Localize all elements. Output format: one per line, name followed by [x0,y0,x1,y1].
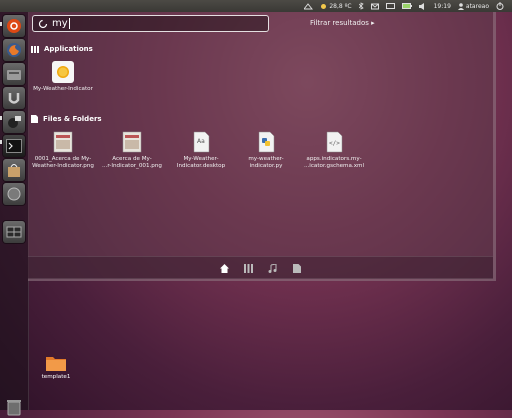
running-pip [0,140,2,144]
lens-files-button[interactable] [291,262,303,274]
result-label: 0001_Acerca de My- Weather-Indicator.png [32,156,94,169]
battery-icon [401,3,412,9]
result-item[interactable]: </> apps.indicators.my- ...icator.gschem… [298,130,370,170]
indicator-app-icon [8,116,21,128]
battery-indicator[interactable] [401,3,412,9]
firefox-icon [7,43,21,57]
result-label: apps.indicators.my- ...icator.gschema.xm… [303,156,365,169]
svg-text:Aa: Aa [197,138,205,145]
result-label: My-Weather- Indicator.desktop [176,156,226,169]
software-center-icon [8,164,20,177]
running-pip [0,22,2,26]
top-panel: 28,8 ºC 19:19 atareao [0,0,512,12]
files-section-icon [31,115,38,123]
trash-icon [7,400,21,416]
image-file-icon [120,130,144,154]
dash-overlay: my Filtrar resultados ▸ Applications My-… [28,12,496,281]
launcher-software-center[interactable] [3,159,25,181]
launcher-firefox[interactable] [3,39,25,61]
dash-home-button[interactable] [3,15,25,37]
terminal-icon [6,139,22,153]
result-item[interactable]: 0001_Acerca de My- Weather-Indicator.png [27,130,99,170]
launcher-ubuntu-one[interactable] [3,87,25,109]
power-icon [496,2,504,10]
clock-indicator[interactable]: 19:19 [434,3,451,10]
launcher-indicator-app[interactable] [3,111,25,133]
desktop-folder[interactable]: template1 [36,355,76,380]
files-lens-icon [292,263,301,273]
temperature-text: 28,8 ºC [329,2,352,10]
folder-label: template1 [41,374,71,380]
applications-section-icon [31,45,39,53]
network-icon [304,2,314,9]
bluetooth-icon [358,2,364,10]
workspaces-icon [6,226,22,238]
keyboard-indicator[interactable] [385,3,395,9]
search-input[interactable]: my [32,15,269,32]
user-name: atareao [465,2,489,10]
search-text: my [52,18,68,29]
section-title: Applications [44,45,93,53]
ubuntu-one-icon [8,93,20,104]
envelope-icon [370,3,379,9]
sound-indicator[interactable] [418,2,427,10]
clock-text: 19:19 [433,2,451,10]
section-title: Files & Folders [43,115,102,123]
folder-icon [46,357,66,371]
music-lens-icon [268,263,277,273]
launcher-files[interactable] [3,63,25,85]
launcher-workspaces[interactable] [3,221,25,243]
section-header-files: Files & Folders [31,115,102,123]
launcher-trash[interactable] [6,398,22,418]
result-item[interactable]: my-weather- indicator.py [230,130,302,170]
lens-bar [28,256,493,279]
user-indicator[interactable]: atareao [457,2,489,10]
dash-home-icon [7,19,21,33]
keyboard-icon [385,3,395,9]
nautilus-icon [7,70,21,80]
launcher [0,12,29,416]
result-label: My-Weather-Indicator [33,86,93,92]
applications-lens-icon [244,263,253,273]
home-lens-icon [220,263,229,273]
launcher-terminal[interactable] [3,135,25,157]
section-header-applications: Applications [31,45,93,53]
bluetooth-indicator[interactable] [358,2,364,10]
speaker-icon [418,2,424,10]
weather-sun-icon [321,3,327,9]
result-item[interactable]: Aa My-Weather- Indicator.desktop [165,130,237,170]
lens-home-button[interactable] [219,262,231,274]
xml-file-icon: </> [322,130,346,154]
text-caret [68,18,70,29]
lens-applications-button[interactable] [243,262,255,274]
running-pip [0,116,2,120]
lens-music-button[interactable] [267,262,279,274]
network-indicator[interactable] [304,2,314,10]
user-icon [457,2,464,10]
filter-results-button[interactable]: Filtrar resultados ▸ [310,19,375,27]
weather-indicator[interactable]: 28,8 ºC [320,2,352,10]
result-label: Acerca de My- ...r-Indicator_001.png [102,156,162,169]
launcher-system[interactable] [3,183,25,205]
spinner-icon [38,19,48,28]
weather-app-icon [51,60,75,84]
messaging-indicator[interactable] [370,3,379,10]
result-item[interactable]: Acerca de My- ...r-Indicator_001.png [96,130,168,170]
result-label: my-weather- indicator.py [248,156,284,169]
image-file-icon [51,130,75,154]
system-icon [7,187,21,201]
result-item[interactable]: My-Weather-Indicator [27,60,99,93]
desktop-file-icon: Aa [189,130,213,154]
python-file-icon [254,130,278,154]
session-indicator[interactable] [496,2,504,10]
svg-text:</>: </> [329,140,340,147]
